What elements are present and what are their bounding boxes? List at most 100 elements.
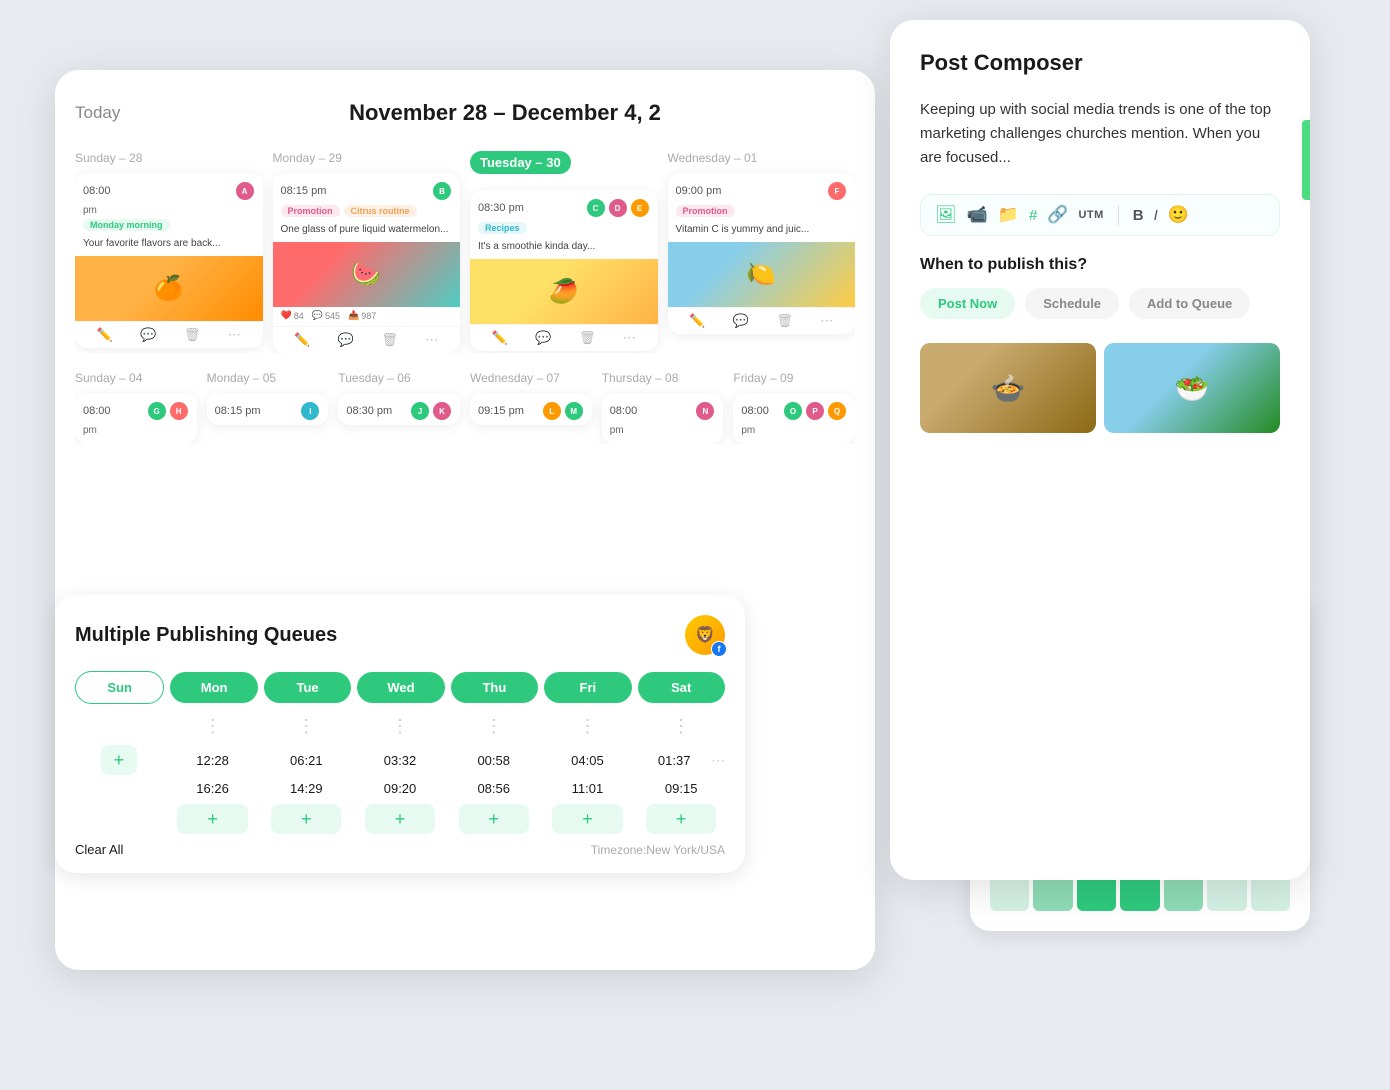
more-icon-wed01[interactable]: ⋯ bbox=[820, 313, 833, 329]
add-time-sat[interactable]: + bbox=[646, 804, 716, 834]
delete-icon-wed01[interactable]: 🗑 bbox=[776, 313, 793, 329]
queue-time-wed-2: 09:20 bbox=[356, 781, 444, 796]
edit-icon-tue30[interactable]: ✏️ bbox=[492, 330, 508, 346]
avatar-mon05: I bbox=[300, 401, 320, 421]
day-label-tue06: Tuesday – 06 bbox=[338, 371, 460, 385]
week-2-row: Sunday – 04 08:00 G H pm Monday – 05 08:… bbox=[75, 371, 855, 444]
delete-icon-sun28[interactable]: 🗑 bbox=[184, 327, 201, 343]
add-time-thu[interactable]: + bbox=[459, 804, 529, 834]
edit-icon-wed01[interactable]: ✏️ bbox=[689, 313, 705, 329]
more-icon-sat[interactable]: ⋯ bbox=[711, 752, 725, 769]
queue-day-thu[interactable]: Thu bbox=[451, 672, 538, 703]
queue-day-fri[interactable]: Fri bbox=[544, 672, 631, 703]
dots-sun-col bbox=[75, 716, 163, 737]
stats-mon29: ❤️84 💬545 📤987 bbox=[273, 307, 461, 326]
delete-icon-mon29[interactable]: 🗑 bbox=[381, 332, 398, 348]
day-thursday-08: Thursday – 08 08:00 N pm bbox=[602, 371, 724, 444]
avatar-fri09-1: O bbox=[783, 401, 803, 421]
composer-title: Post Composer bbox=[920, 50, 1280, 76]
add-col-wed: + bbox=[356, 804, 444, 834]
today-label[interactable]: Today bbox=[75, 103, 155, 123]
folder-icon[interactable]: 📁 bbox=[998, 205, 1019, 225]
time-col-tue-2: 14:29 bbox=[262, 781, 350, 796]
add-time-tue[interactable]: + bbox=[271, 804, 341, 834]
day-sunday-28: Sunday – 28 08:00 A pm Monday morning Yo… bbox=[75, 151, 263, 353]
queue-times-row-1: + 12:28 06:21 03:32 00:58 04:05 01:37 ⋯ bbox=[75, 745, 725, 775]
hashtag-icon[interactable]: # bbox=[1029, 207, 1037, 224]
add-col-thu: + bbox=[450, 804, 538, 834]
queue-day-tue[interactable]: Tue bbox=[264, 672, 351, 703]
post-avatars-tue30: C D E bbox=[586, 198, 650, 218]
edit-icon-mon29[interactable]: ✏️ bbox=[294, 332, 310, 348]
dots-wed-col: ⋮ bbox=[356, 716, 444, 737]
post-card-tue30: 08:30 pm C D E Recipes It's a smoothie k… bbox=[470, 190, 658, 351]
add-col-mon: + bbox=[169, 804, 257, 834]
avatar-tue30-1: C bbox=[586, 198, 606, 218]
time-col-fri-2: 11:01 bbox=[544, 781, 632, 796]
time-col-thu-2: 08:56 bbox=[450, 781, 538, 796]
comment-icon-sun28[interactable]: 💬 bbox=[140, 327, 156, 343]
day-wednesday-01: Wednesday – 01 09:00 pm F Promotion Vita… bbox=[668, 151, 856, 353]
post-header-mon29: 08:15 pm B bbox=[273, 173, 461, 205]
post-now-button[interactable]: Post Now bbox=[920, 288, 1015, 319]
image-icon[interactable]: 🖼 bbox=[935, 205, 957, 225]
clear-all-button[interactable]: Clear All bbox=[75, 842, 123, 857]
add-to-queue-button[interactable]: Add to Queue bbox=[1129, 288, 1250, 319]
post-avatars-wed07: L M bbox=[542, 401, 584, 421]
day-label-mon05: Monday – 05 bbox=[207, 371, 329, 385]
post-card-sun04: 08:00 G H pm bbox=[75, 393, 197, 444]
post-card-wed07: 09:15 pm L M bbox=[470, 393, 592, 425]
post-time-sun04: 08:00 bbox=[83, 405, 111, 417]
tag-citrus-mon29: Citrus routine bbox=[344, 205, 417, 217]
tags-tue30: Recipes bbox=[470, 222, 658, 238]
schedule-button[interactable]: Schedule bbox=[1025, 288, 1119, 319]
queue-time-thu-1: 00:58 bbox=[450, 753, 538, 768]
queue-time-fri-1: 04:05 bbox=[544, 753, 632, 768]
avatar-wed01: F bbox=[827, 181, 847, 201]
composer-toolbar: 🖼 📹 📁 # 🔗 UTM B I 🙂 bbox=[920, 194, 1280, 236]
time-col-wed-2: 09:20 bbox=[356, 781, 444, 796]
queue-day-mon[interactable]: Mon bbox=[170, 672, 257, 703]
day-sunday-04: Sunday – 04 08:00 G H pm bbox=[75, 371, 197, 444]
bold-icon[interactable]: B bbox=[1133, 207, 1144, 224]
post-image-wed01: 🍋 bbox=[668, 242, 856, 307]
post-time-tue06: 08:30 pm bbox=[346, 405, 392, 417]
queue-day-sun[interactable]: Sun bbox=[75, 671, 164, 704]
publish-label: When to publish this? bbox=[920, 256, 1280, 274]
comment-icon-tue30[interactable]: 💬 bbox=[535, 330, 551, 346]
delete-icon-tue30[interactable]: 🗑 bbox=[579, 330, 596, 346]
day-label-active-tue30: Tuesday – 30 bbox=[470, 151, 571, 174]
comment-icon-mon29[interactable]: 💬 bbox=[338, 332, 354, 348]
utm-label[interactable]: UTM bbox=[1078, 209, 1103, 221]
post-time-sub-thu08: pm bbox=[602, 425, 724, 444]
video-icon[interactable]: 📹 bbox=[967, 205, 988, 225]
post-header-wed01: 09:00 pm F bbox=[668, 173, 856, 205]
tags-mon29: Promotion Citrus routine bbox=[273, 205, 461, 221]
add-time-fri[interactable]: + bbox=[552, 804, 622, 834]
dots-fri-col: ⋮ bbox=[544, 716, 632, 737]
time-col-thu-1: 00:58 bbox=[450, 753, 538, 768]
comment-icon-wed01[interactable]: 💬 bbox=[733, 313, 749, 329]
queue-dots-row: ⋮ ⋮ ⋮ ⋮ ⋮ ⋮ bbox=[75, 716, 725, 737]
emoji-icon[interactable]: 🙂 bbox=[1168, 205, 1189, 225]
more-icon-sun28[interactable]: ⋯ bbox=[228, 327, 241, 343]
queue-logo: 🦁 f bbox=[685, 615, 725, 655]
edit-icon-sun28[interactable]: ✏️ bbox=[97, 327, 113, 343]
queue-day-wed[interactable]: Wed bbox=[357, 672, 444, 703]
add-btn-sun[interactable]: + bbox=[101, 745, 137, 775]
post-avatars-tue06: J K bbox=[410, 401, 452, 421]
avatar-wed07-1: L bbox=[542, 401, 562, 421]
stat-heart-mon29: ❤️84 bbox=[281, 310, 304, 321]
add-time-wed[interactable]: + bbox=[365, 804, 435, 834]
post-avatars-mon05: I bbox=[300, 401, 320, 421]
link-icon[interactable]: 🔗 bbox=[1047, 205, 1068, 225]
queue-day-sat[interactable]: Sat bbox=[638, 672, 725, 703]
more-icon-tue30[interactable]: ⋯ bbox=[623, 330, 636, 346]
composer-body-text[interactable]: Keeping up with social media trends is o… bbox=[920, 98, 1280, 170]
post-card-wed01: 09:00 pm F Promotion Vitamin C is yummy … bbox=[668, 173, 856, 334]
post-avatars-thu08: N bbox=[695, 401, 715, 421]
add-time-mon[interactable]: + bbox=[177, 804, 247, 834]
more-icon-mon29[interactable]: ⋯ bbox=[425, 332, 438, 348]
italic-icon[interactable]: I bbox=[1154, 207, 1158, 224]
post-header-thu08: 08:00 N bbox=[602, 393, 724, 425]
